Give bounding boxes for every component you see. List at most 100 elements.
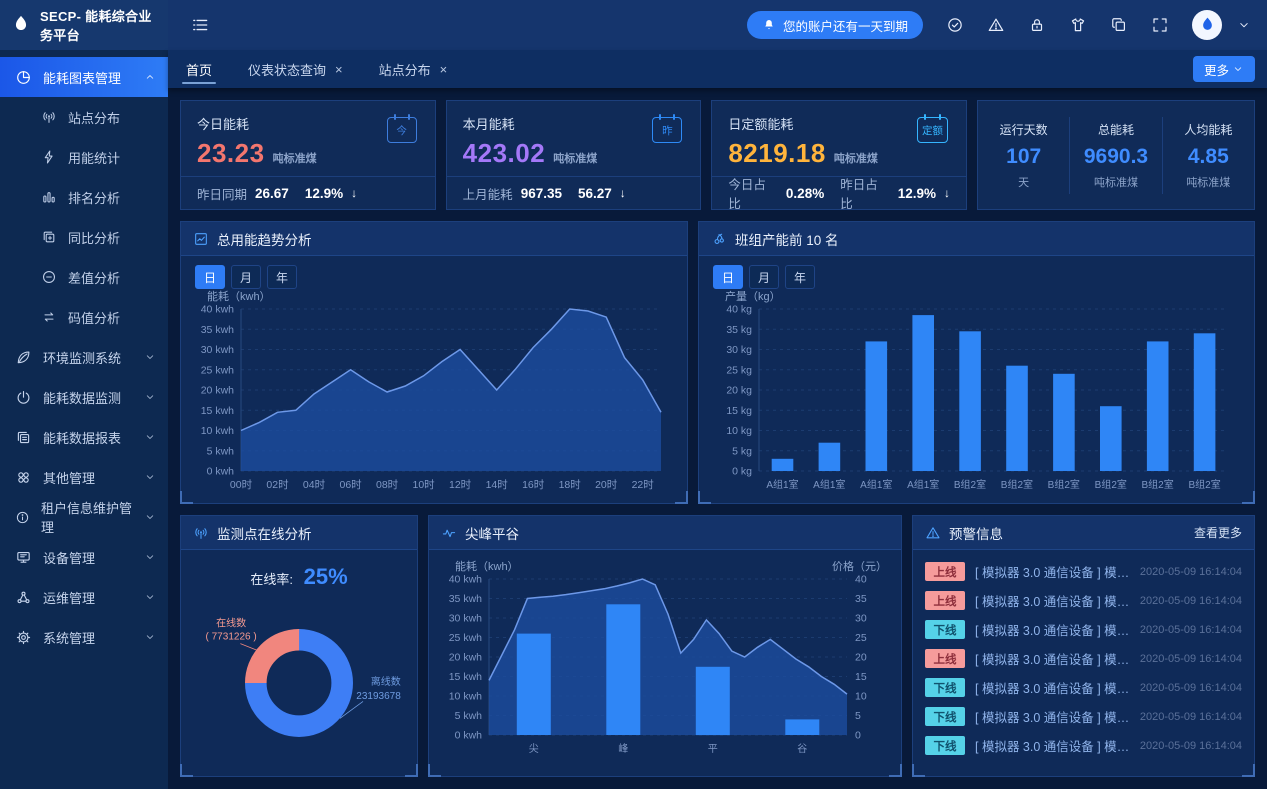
fullscreen-icon[interactable]	[1151, 16, 1169, 34]
sidebar-item-label: 设备管理	[43, 548, 95, 567]
range-tab-年[interactable]: 年	[785, 265, 815, 289]
sidebar-item-运维管理[interactable]: 运维管理	[0, 577, 168, 617]
close-tab-icon[interactable]: ×	[440, 62, 448, 77]
panel-title: 班组产能前 10 名	[735, 229, 839, 249]
footer-metric: 昨日占比12.9%↓	[840, 174, 950, 212]
range-tab-日[interactable]: 日	[195, 265, 225, 289]
sidebar-item-差值分析[interactable]: 差值分析	[0, 257, 168, 297]
clover-icon	[15, 469, 32, 486]
app-title: SECP- 能耗综合业务平台	[40, 6, 158, 44]
range-tab-日[interactable]: 日	[713, 265, 743, 289]
panel-body: 在线率: 25% 在线数 ( 7731226 ) 离线数	[181, 550, 417, 776]
shirt-icon[interactable]	[1069, 16, 1087, 34]
alert-row[interactable]: 下线[ 模拟器 3.0 通信设备 ] 模拟器 3.0...2020-05-09 …	[913, 615, 1254, 644]
sidebar-item-能耗数据监测[interactable]: 能耗数据监测	[0, 377, 168, 417]
alert-row[interactable]: 上线[ 模拟器 3.0 通信设备 ] 模拟器 3.0...2020-05-09 …	[913, 644, 1254, 673]
gear-icon	[15, 629, 32, 646]
svg-text:10时: 10时	[413, 479, 436, 491]
sidebar-item-租户信息维护管理[interactable]: 租户信息维护管理	[0, 497, 168, 537]
footer-label: 今日占比	[728, 174, 778, 212]
panel-header: 总用能趋势分析	[181, 222, 687, 256]
sidebar: 能耗图表管理站点分布用能统计排名分析同比分析差值分析码值分析环境监测系统能耗数据…	[0, 50, 168, 789]
tab-仪表状态查询[interactable]: 仪表状态查询×	[230, 50, 361, 88]
stat-card-今日能耗: 今日能耗今23.23吨标准煤昨日同期26.6712.9%↓	[180, 100, 436, 210]
chevron-down-icon	[144, 511, 156, 523]
main-area: 首页仪表状态查询× 站点分布 × 更多 今日能耗今23.23吨标准煤昨日同期26.6…	[168, 50, 1267, 789]
sidebar-item-设备管理[interactable]: 设备管理	[0, 537, 168, 577]
stat-card-value-row: 23.23吨标准煤	[197, 138, 419, 169]
sidebar-item-同比分析[interactable]: 同比分析	[0, 217, 168, 257]
svg-text:15 kwh: 15 kwh	[201, 405, 234, 417]
user-menu-chevron-icon[interactable]	[1237, 18, 1251, 32]
svg-text:0 kwh: 0 kwh	[455, 730, 483, 742]
tab-label: 站点分布	[379, 60, 431, 79]
trend-box-icon	[193, 231, 209, 247]
sidebar-item-能耗数据报表[interactable]: 能耗数据报表	[0, 417, 168, 457]
svg-text:5: 5	[855, 710, 861, 722]
alert-row[interactable]: 上线[ 模拟器 3.0 通信设备 ] 模拟器 3.0...2020-05-09 …	[913, 557, 1254, 586]
svg-text:A组1室: A组1室	[766, 478, 798, 491]
alert-row[interactable]: 上线[ 模拟器 3.0 通信设备 ] 模拟器 3.0...2020-05-09 …	[913, 586, 1254, 615]
sidebar-item-码值分析[interactable]: 码值分析	[0, 297, 168, 337]
view-more-link[interactable]: 查看更多	[1194, 524, 1242, 541]
sidebar-item-label: 能耗数据报表	[43, 428, 121, 447]
check-circle-icon[interactable]	[946, 16, 964, 34]
fullscreen-icon	[1151, 16, 1169, 34]
online-donut-chart: 在线数 ( 7731226 ) 离线数 23193678	[191, 590, 407, 762]
chevron-down-icon	[144, 431, 156, 443]
sidebar-item-系统管理[interactable]: 系统管理	[0, 617, 168, 657]
alert-time: 2020-05-09 16:14:04	[1140, 566, 1242, 578]
pulse-icon	[441, 525, 457, 541]
logo-flame-icon	[10, 14, 32, 36]
footer-value: 967.35	[521, 186, 562, 201]
avatar[interactable]	[1192, 10, 1222, 40]
svg-text:B组2室: B组2室	[1001, 478, 1033, 491]
footer-value: 12.9%	[305, 186, 343, 201]
sidebar-item-其他管理[interactable]: 其他管理	[0, 457, 168, 497]
tab-首页[interactable]: 首页	[168, 50, 230, 88]
svg-text:40: 40	[855, 574, 867, 586]
minus-circle-icon	[41, 269, 57, 285]
chevron-down-icon	[144, 551, 156, 563]
alert-text: [ 模拟器 3.0 通信设备 ] 模拟器 3.0...	[975, 649, 1130, 668]
close-tab-icon[interactable]: ×	[335, 62, 343, 77]
sidebar-item-用能统计[interactable]: 用能统计	[0, 137, 168, 177]
svg-text:20 kg: 20 kg	[726, 385, 752, 397]
svg-text:30 kg: 30 kg	[726, 344, 752, 356]
sidebar-item-能耗图表管理[interactable]: 能耗图表管理	[0, 57, 168, 97]
svg-text:能耗（kwh）: 能耗（kwh）	[207, 289, 271, 303]
power-icon	[15, 389, 32, 406]
offline-count: 23193678	[356, 691, 401, 702]
sidebar-item-环境监测系统[interactable]: 环境监测系统	[0, 337, 168, 377]
range-tab-年[interactable]: 年	[267, 265, 297, 289]
svg-text:12时: 12时	[449, 479, 472, 491]
tab-站点分布[interactable]: 站点分布 ×	[361, 50, 466, 88]
svg-text:00时: 00时	[230, 479, 253, 491]
sidebar-item-站点分布[interactable]: 站点分布	[0, 97, 168, 137]
alert-triangle-icon[interactable]	[987, 16, 1005, 34]
sidebar-item-排名分析[interactable]: 排名分析	[0, 177, 168, 217]
copy-pages-icon[interactable]	[1110, 16, 1128, 34]
stat-card-unit: 吨标准煤	[273, 150, 317, 166]
range-tab-月[interactable]: 月	[231, 265, 261, 289]
svg-text:B组2室: B组2室	[954, 478, 986, 491]
alert-text: [ 模拟器 3.0 通信设备 ] 模拟器 3.0...	[975, 707, 1130, 726]
more-tabs-button[interactable]: 更多	[1193, 56, 1255, 82]
alert-row[interactable]: 下线[ 模拟器 3.0 通信设备 ] 模拟器 3.0...2020-05-09 …	[913, 731, 1254, 760]
line-chart-icon	[193, 231, 209, 247]
alert-row[interactable]: 下线[ 模拟器 3.0 通信设备 ] 模拟器 3.0...2020-05-09 …	[913, 673, 1254, 702]
svg-text:16时: 16时	[522, 479, 545, 491]
svg-text:20 kwh: 20 kwh	[449, 652, 482, 664]
svg-text:15 kwh: 15 kwh	[449, 671, 482, 683]
range-tab-月[interactable]: 月	[749, 265, 779, 289]
alert-row[interactable]: 下线[ 模拟器 3.0 通信设备 ] 模拟器 3.0...2020-05-09 …	[913, 702, 1254, 731]
account-expiry-notice[interactable]: 您的账户还有一天到期	[747, 11, 923, 39]
alert-triangle-icon	[987, 16, 1005, 34]
chevron-up-icon	[144, 71, 156, 83]
stat-card-value-row: 423.02吨标准煤	[463, 138, 685, 169]
swap-arrows-icon	[41, 309, 57, 325]
svg-text:B组2室: B组2室	[1141, 478, 1173, 491]
menu-collapse-icon[interactable]	[190, 15, 210, 35]
summary-metric-总能耗: 总能耗9690.3吨标准煤	[1069, 117, 1161, 194]
lock-icon[interactable]	[1028, 16, 1046, 34]
